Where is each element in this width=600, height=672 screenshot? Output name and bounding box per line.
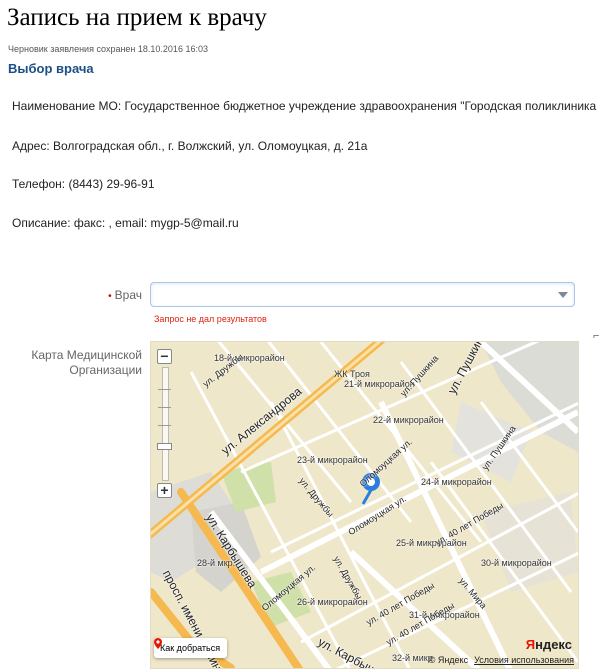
zoom-tick (158, 425, 171, 426)
organization-address: Адрес: Волгоградская обл., г. Волжский, … (12, 139, 368, 153)
map-label-district-25: 25-й микрорайон (396, 538, 467, 548)
organization-phone: Телефон: (8443) 29-96-91 (12, 177, 155, 191)
map-zoom-control[interactable]: − + (157, 349, 173, 499)
organization-name: Наименование МО: Государственное бюджетн… (12, 99, 600, 113)
resize-handle-icon[interactable]: ⌐ (593, 330, 599, 342)
doctor-select-error: Запрос не дал результатов (154, 314, 267, 324)
organization-description: Описание: факс: , email: mygp-5@mail.ru (12, 216, 239, 230)
map-label-district-32: 32-й микр (392, 653, 433, 663)
page-title: Запись на прием к врачу (7, 4, 267, 31)
map-label-district-24: 24-й микрорайон (421, 477, 492, 487)
yandex-logo-rest: ндекс (535, 637, 572, 652)
route-button-label: Как добраться (160, 643, 221, 653)
zoom-in-button[interactable]: + (157, 483, 172, 498)
organization-map[interactable]: 18-й микрорайон ЖК Троя 21-й микрорайон … (150, 341, 579, 669)
yandex-logo: Яндекс (526, 637, 572, 652)
map-terms-link[interactable]: Условия использования (474, 655, 574, 665)
zoom-tick (158, 407, 171, 408)
map-copyright: © Яндекс (428, 655, 469, 665)
zoom-out-button[interactable]: − (157, 349, 172, 364)
doctor-select[interactable] (150, 282, 575, 307)
zoom-tick (158, 389, 171, 390)
doctor-field-label: • Врач (60, 288, 142, 302)
map-label-district-23: 23-й микрорайон (297, 455, 368, 465)
map-label: Карта Медицинской Организации (31, 348, 142, 377)
map-label-district-22: 22-й микрорайон (373, 415, 444, 425)
map-label-district-30: 30-й микрорайон (481, 558, 552, 568)
required-mark: • (108, 291, 112, 302)
yandex-logo-first-letter: Я (525, 637, 536, 652)
doctor-label-text: Врач (114, 288, 142, 302)
chevron-down-icon[interactable] (558, 292, 568, 298)
zoom-slider-track[interactable] (162, 367, 169, 481)
map-footer: © Яндекс Условия использования (429, 655, 574, 665)
zoom-slider-handle[interactable] (157, 443, 172, 450)
section-title: Выбор врача (8, 61, 94, 76)
draft-saved-note: Черновик заявления сохранен 18.10.2016 1… (8, 44, 208, 54)
map-pin-icon (154, 638, 162, 649)
route-button[interactable]: Как добраться (154, 638, 228, 658)
map-label-zk-troya: ЖК Троя (334, 369, 370, 379)
